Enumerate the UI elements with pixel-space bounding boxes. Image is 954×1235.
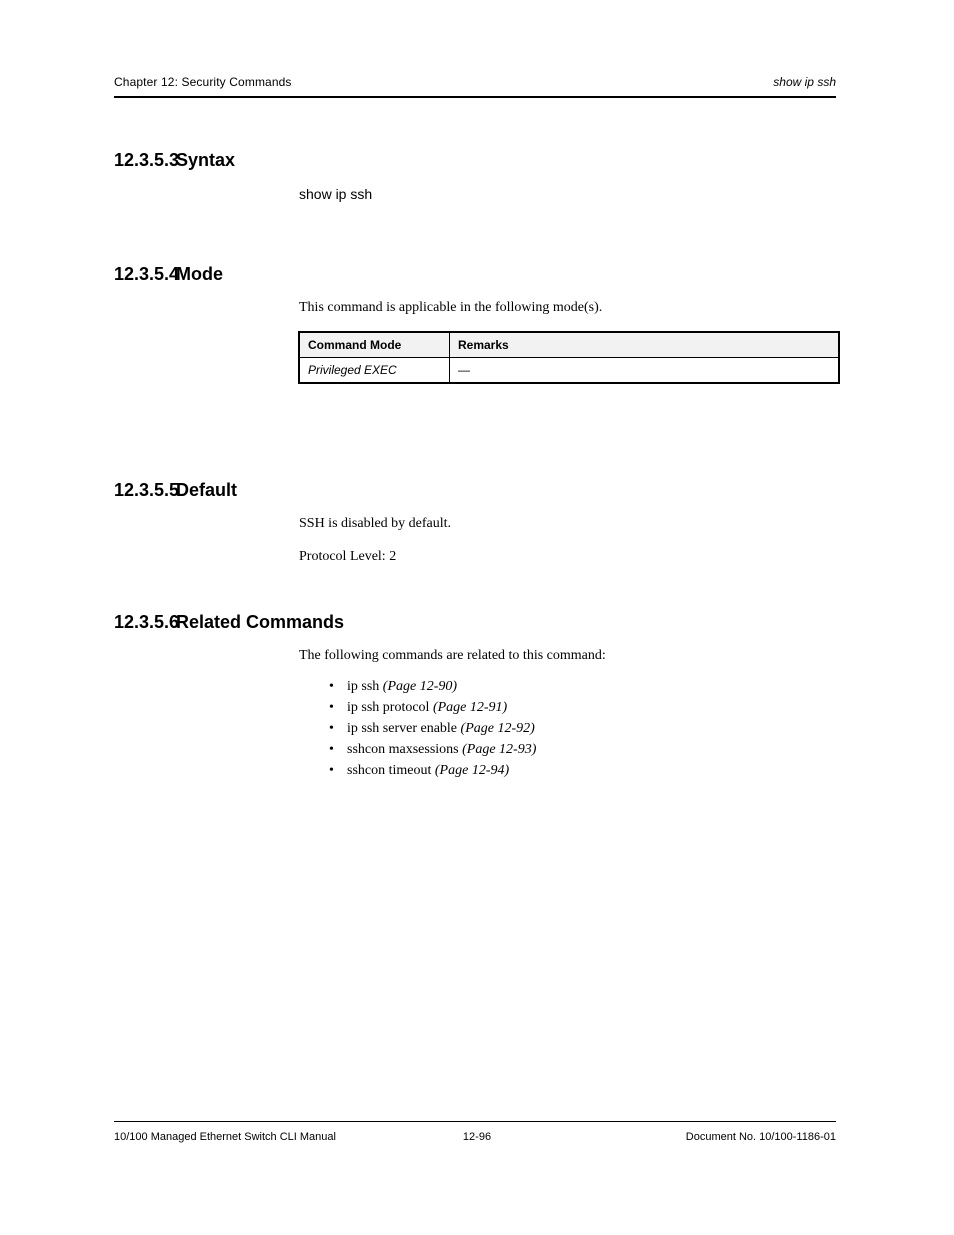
table-row: Privileged EXEC — [300,357,839,382]
heading-default: 12.3.5.5Default [114,480,836,501]
syntax-command: show ip ssh [299,185,836,204]
header-rule [114,96,836,98]
related-xref: (Page 12-91) [433,700,507,715]
heading-number: 12.3.5.4 [114,264,176,285]
list-item: sshcon maxsessions (Page 12-93) [329,739,836,760]
related-list: ip ssh (Page 12-90) ip ssh protocol (Pag… [329,676,836,781]
related-label: ip ssh server enable [347,721,457,736]
page: Chapter 12: Security Commands show ip ss… [0,0,954,1235]
mode-intro: This command is applicable in the follow… [299,299,836,318]
section-default: 12.3.5.5Default SSH is disabled by defau… [114,480,836,581]
related-label: ip ssh protocol [347,700,429,715]
section-mode: 12.3.5.4Mode This command is applicable … [114,264,836,383]
header-command-name: show ip ssh [773,75,836,89]
list-item: sshcon timeout (Page 12-94) [329,760,836,781]
cell-remarks: — [450,357,839,382]
heading-related: 12.3.5.6Related Commands [114,612,836,633]
related-xref: (Page 12-93) [462,742,536,757]
table-header-remarks: Remarks [450,332,839,357]
cell-mode: Privileged EXEC [300,357,450,382]
mode-table: Command Mode Remarks Privileged EXEC — [299,332,839,383]
heading-number: 12.3.5.3 [114,150,176,171]
default-line-2: Protocol Level: 2 [299,548,836,567]
heading-text: Related Commands [176,612,344,632]
list-item: ip ssh protocol (Page 12-91) [329,697,836,718]
related-label: sshcon timeout [347,763,431,778]
header-chapter: Chapter 12: Security Commands [114,75,292,89]
heading-syntax: 12.3.5.3Syntax [114,150,836,171]
related-xref: (Page 12-94) [435,763,509,778]
footer-rule [114,1121,836,1122]
related-label: sshcon maxsessions [347,742,459,757]
default-line-1: SSH is disabled by default. [299,515,836,534]
table-header-row: Command Mode Remarks [300,332,839,357]
list-item: ip ssh server enable (Page 12-92) [329,718,836,739]
list-item: ip ssh (Page 12-90) [329,676,836,697]
related-intro: The following commands are related to th… [299,647,836,666]
table-header-mode: Command Mode [300,332,450,357]
section-related: 12.3.5.6Related Commands The following c… [114,612,836,781]
heading-text: Default [176,480,237,500]
heading-number: 12.3.5.6 [114,612,176,633]
heading-number: 12.3.5.5 [114,480,176,501]
related-label: ip ssh [347,679,379,694]
heading-mode: 12.3.5.4Mode [114,264,836,285]
heading-text: Syntax [176,150,235,170]
footer-doc-number: Document No. 10/100-1186-01 [686,1131,836,1143]
related-xref: (Page 12-90) [383,679,457,694]
related-xref: (Page 12-92) [461,721,535,736]
heading-text: Mode [176,264,223,284]
section-syntax: 12.3.5.3Syntax show ip ssh [114,150,836,204]
